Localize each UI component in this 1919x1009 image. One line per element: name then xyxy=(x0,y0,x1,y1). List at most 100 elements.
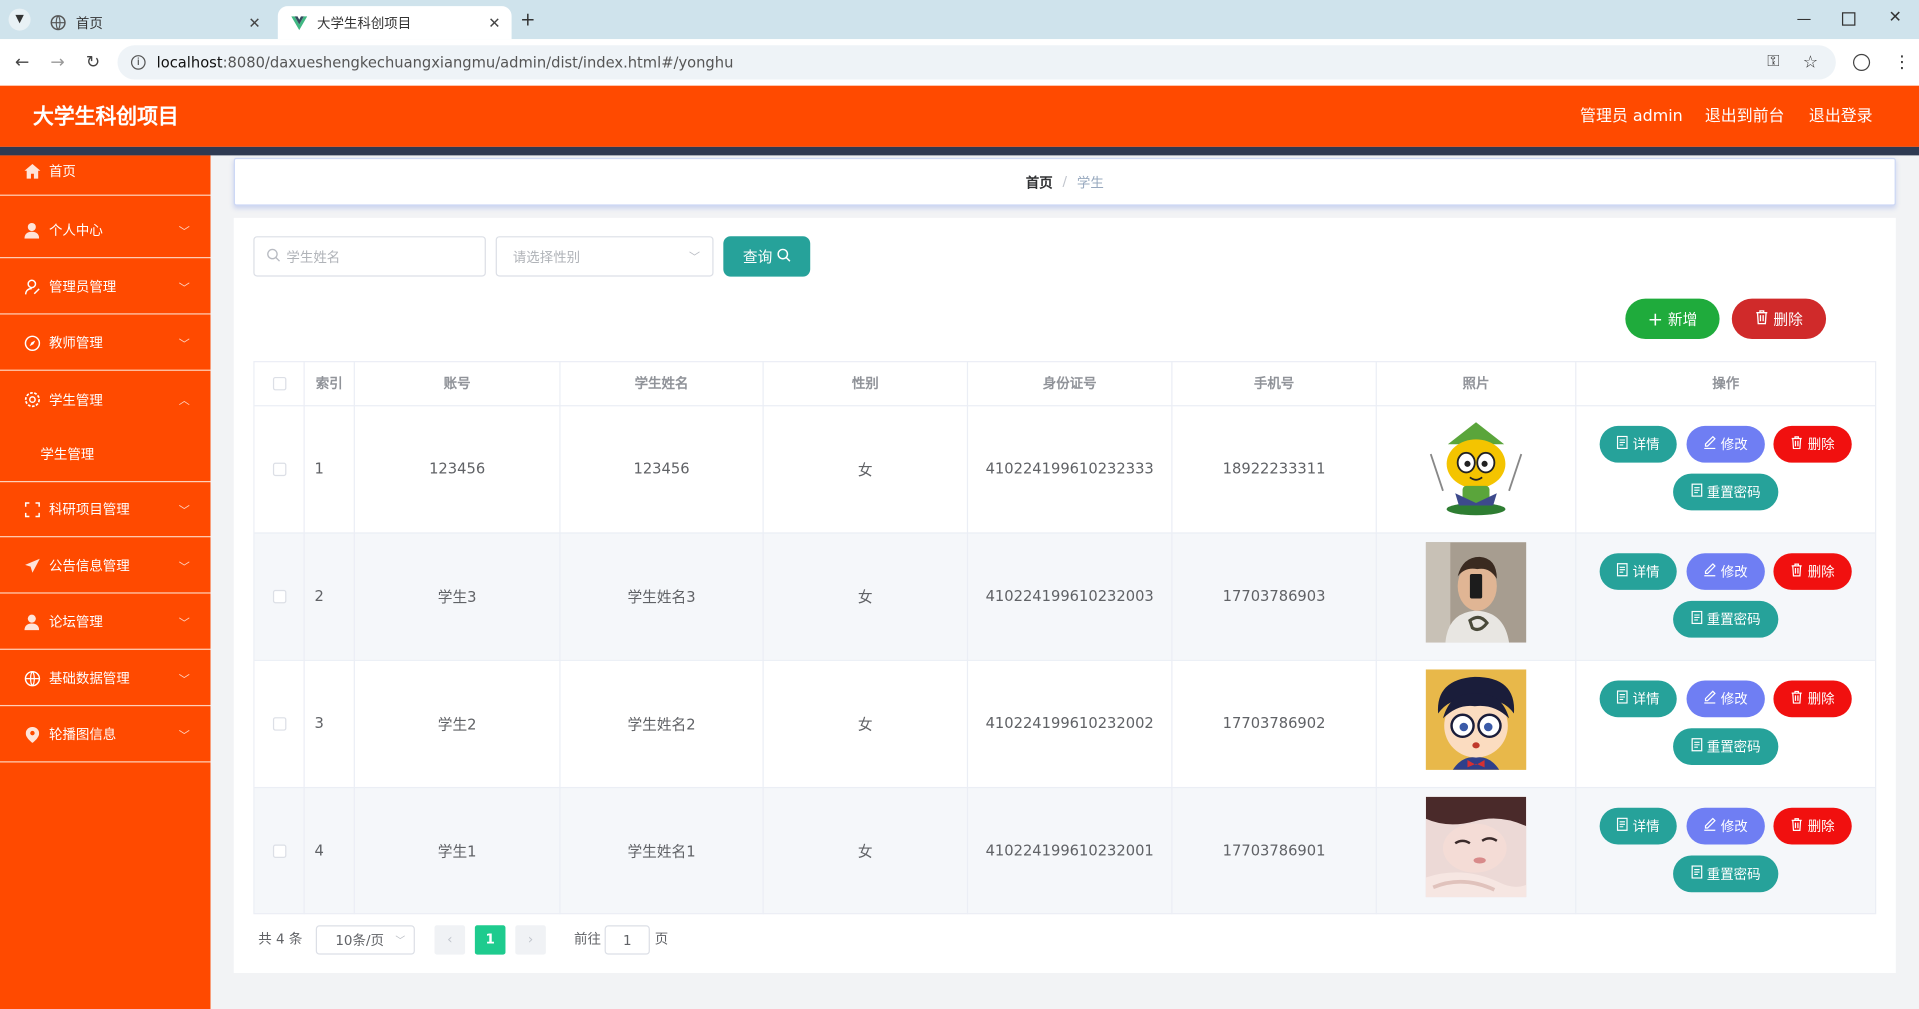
page-size-select[interactable]: 10条/页 ﹀ xyxy=(315,925,415,955)
cell-student-name: 学生姓名1 xyxy=(627,842,696,860)
sidebar-item-project[interactable]: 科研项目管理 ﹀ xyxy=(0,482,211,538)
student-photo xyxy=(1425,669,1527,770)
pencil-icon xyxy=(1704,690,1716,707)
detail-button[interactable]: 详情 xyxy=(1599,680,1677,718)
browser-tab-active[interactable]: 大学生科创项目 ✕ xyxy=(277,6,512,40)
url-field[interactable]: i localhost:8080/daxueshengkechuangxiang… xyxy=(117,45,1836,80)
cell-id-card: 410224199610232001 xyxy=(985,842,1154,860)
reset-password-button-label: 重置密码 xyxy=(1706,739,1761,756)
header-student-name: 学生姓名 xyxy=(634,375,689,392)
sidebar-item-forum[interactable]: 论坛管理 ﹀ xyxy=(0,595,211,650)
forward-button[interactable]: → xyxy=(45,50,69,74)
gear-icon xyxy=(23,391,40,408)
cell-account: 123456 xyxy=(429,460,486,478)
row-checkbox[interactable] xyxy=(272,462,286,476)
cell-phone: 18922233311 xyxy=(1222,460,1326,478)
delete-row-button[interactable]: 删除 xyxy=(1773,425,1852,463)
reset-password-button[interactable]: 重置密码 xyxy=(1673,600,1779,638)
select-all-checkbox[interactable] xyxy=(272,376,286,390)
chevron-down-icon: ﹀ xyxy=(178,561,190,574)
student-photo xyxy=(1425,796,1527,898)
delete-row-button[interactable]: 删除 xyxy=(1773,680,1852,718)
sidebar-item-basic-data[interactable]: 基础数据管理 ﹀ xyxy=(0,651,211,707)
home-icon xyxy=(23,162,40,179)
page-size-value: 10条/页 xyxy=(335,932,384,949)
sidebar-item-label: 首页 xyxy=(48,163,76,180)
browser-address-bar: ← → ↻ i localhost:8080/daxueshengkechuan… xyxy=(0,39,1919,86)
delete-row-button[interactable]: 删除 xyxy=(1773,553,1852,590)
edit-button[interactable]: 修改 xyxy=(1686,553,1765,590)
student-name-search-input[interactable]: 学生姓名 xyxy=(253,236,486,277)
row-checkbox[interactable] xyxy=(272,716,286,731)
batch-delete-button[interactable]: 删除 xyxy=(1731,298,1827,340)
sidebar-item-home[interactable]: 首页 xyxy=(0,147,211,196)
close-icon[interactable]: ✕ xyxy=(245,14,265,31)
chevron-up-icon: ︿ xyxy=(178,395,190,408)
row-checkbox[interactable] xyxy=(272,843,286,858)
cell-index: 2 xyxy=(314,587,324,605)
header-index: 索引 xyxy=(315,375,343,392)
chevron-down-icon: ﹀ xyxy=(178,673,190,686)
query-button[interactable]: 查询 xyxy=(723,236,811,277)
document-icon xyxy=(1690,610,1702,628)
edit-button[interactable]: 修改 xyxy=(1686,425,1765,463)
close-icon[interactable]: ✕ xyxy=(485,14,505,31)
detail-button[interactable]: 详情 xyxy=(1599,807,1677,845)
sidebar-item-carousel[interactable]: 轮播图信息 ﹀ xyxy=(0,707,211,763)
reset-password-button[interactable]: 重置密码 xyxy=(1673,728,1779,765)
edit-button-label: 修改 xyxy=(1720,564,1748,581)
header-phone: 手机号 xyxy=(1253,375,1295,392)
detail-button-label: 详情 xyxy=(1632,818,1660,835)
profile-icon[interactable] xyxy=(1852,53,1871,71)
sidebar-item-label: 管理员管理 xyxy=(48,279,117,295)
edit-button[interactable]: 修改 xyxy=(1686,807,1765,845)
delete-row-button[interactable]: 删除 xyxy=(1773,807,1852,845)
gender-select[interactable]: 请选择性别 ﹀ xyxy=(495,236,714,277)
sidebar: 首页 个人中心 ﹀ 管理员管理 ﹀ 教师管理 ﹀ 学生管理 ︿ 学生管理 科研项… xyxy=(0,155,211,1009)
more-menu-icon[interactable]: ⋮ xyxy=(1893,50,1910,74)
password-key-icon[interactable]: ⚿ xyxy=(1767,45,1779,79)
admin-label: 管理员 admin xyxy=(1580,107,1683,127)
reset-password-button[interactable]: 重置密码 xyxy=(1673,855,1779,893)
reset-password-button[interactable]: 重置密码 xyxy=(1673,473,1779,511)
back-to-front-link[interactable]: 退出到前台 xyxy=(1705,86,1785,147)
row-checkbox[interactable] xyxy=(272,589,286,603)
row-checkbox-cell xyxy=(255,660,304,787)
prev-page-button[interactable]: ‹ xyxy=(434,925,466,955)
detail-button[interactable]: 详情 xyxy=(1599,553,1677,590)
detail-button-label: 详情 xyxy=(1632,691,1660,708)
sidebar-subitem-student-manage[interactable]: 学生管理 xyxy=(0,427,211,483)
site-info-icon[interactable]: i xyxy=(130,55,146,70)
next-page-button[interactable]: › xyxy=(515,925,546,955)
document-icon xyxy=(1690,483,1702,500)
delete-row-button-label: 删除 xyxy=(1807,691,1835,708)
page-number-current[interactable]: 1 xyxy=(474,925,506,955)
sidebar-item-notice[interactable]: 公告信息管理 ﹀ xyxy=(0,539,211,594)
back-button[interactable]: ← xyxy=(10,50,34,74)
cell-phone: 17703786902 xyxy=(1222,714,1326,732)
browser-tab-home[interactable]: 首页 ✕ xyxy=(37,6,272,39)
student-photo xyxy=(1425,417,1527,518)
reload-button[interactable]: ↻ xyxy=(81,50,105,74)
tab-list-button[interactable]: ▼ xyxy=(8,8,31,31)
delete-row-button-label: 删除 xyxy=(1807,436,1835,453)
sidebar-item-student[interactable]: 学生管理 ︿ xyxy=(0,372,211,427)
header-photo: 照片 xyxy=(1462,375,1490,392)
logout-link[interactable]: 退出登录 xyxy=(1809,86,1873,147)
chevron-down-icon: ﹀ xyxy=(395,934,406,946)
star-icon[interactable]: ☆ xyxy=(1803,45,1818,79)
minimize-button[interactable]: — xyxy=(1797,10,1814,27)
sidebar-item-profile[interactable]: 个人中心 ﹀ xyxy=(0,203,211,259)
cell-student-name: 123456 xyxy=(633,460,690,478)
close-window-button[interactable]: ✕ xyxy=(1888,9,1901,27)
detail-button-label: 详情 xyxy=(1632,564,1660,581)
goto-page-input[interactable]: 1 xyxy=(604,925,650,955)
sidebar-item-teacher[interactable]: 教师管理 ﹀ xyxy=(0,316,211,371)
breadcrumb-home[interactable]: 首页 xyxy=(1026,172,1053,192)
detail-button[interactable]: 详情 xyxy=(1599,425,1677,463)
restore-button[interactable] xyxy=(1841,12,1856,26)
new-tab-button[interactable]: + xyxy=(520,9,540,31)
add-button[interactable]: + 新增 xyxy=(1625,298,1720,340)
sidebar-item-admin[interactable]: 管理员管理 ﹀ xyxy=(0,259,211,315)
edit-button[interactable]: 修改 xyxy=(1686,680,1765,718)
